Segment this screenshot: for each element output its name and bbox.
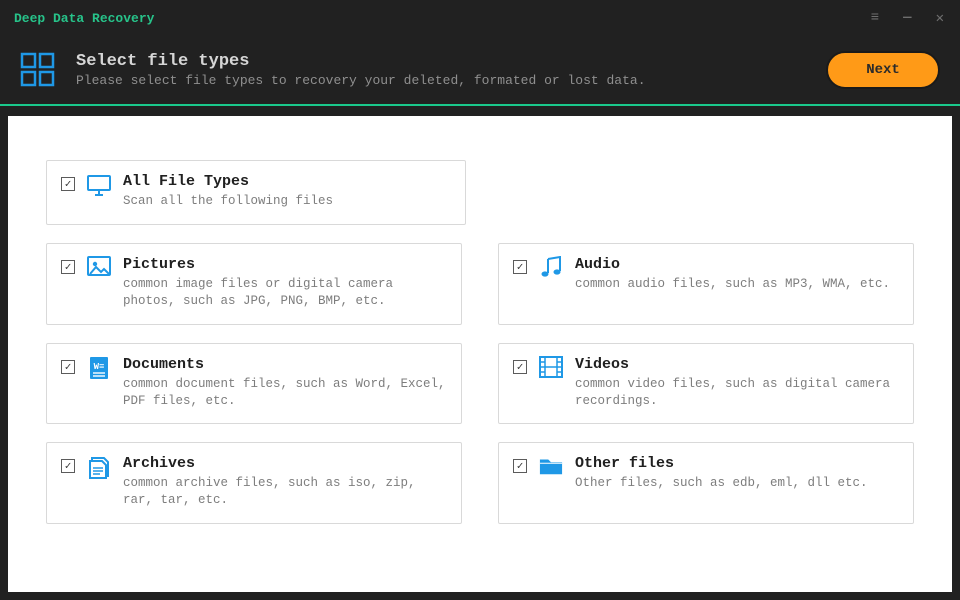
card-other-files[interactable]: ✓ Other files Other files, such as edb, … (498, 442, 914, 524)
picture-icon (87, 256, 111, 278)
accent-divider (0, 104, 960, 106)
card-title: Videos (575, 356, 899, 373)
archive-icon (87, 455, 111, 479)
page-subtitle: Please select file types to recovery you… (76, 73, 646, 88)
card-archives[interactable]: ✓ Archives common archive files, such as… (46, 442, 462, 524)
music-note-icon (539, 256, 563, 280)
checkbox-archives[interactable]: ✓ (61, 459, 75, 473)
monitor-icon (87, 173, 111, 197)
card-description: Scan all the following files (123, 193, 451, 210)
card-description: common document files, such as Word, Exc… (123, 376, 447, 410)
card-description: Other files, such as edb, eml, dll etc. (575, 475, 899, 492)
film-icon (539, 356, 563, 378)
card-title: Pictures (123, 256, 447, 273)
app-title: Deep Data Recovery (14, 11, 154, 26)
card-title: Other files (575, 455, 899, 472)
svg-text:W≡: W≡ (94, 362, 105, 372)
card-title: Archives (123, 455, 447, 472)
card-description: common video files, such as digital came… (575, 376, 899, 410)
card-description: common archive files, such as iso, zip, … (123, 475, 447, 509)
main-panel: ✓ All File Types Scan all the following … (8, 116, 952, 592)
app-logo-icon (20, 52, 56, 88)
card-description: common audio files, such as MP3, WMA, et… (575, 276, 899, 293)
checkbox-documents[interactable]: ✓ (61, 360, 75, 374)
title-bar: Deep Data Recovery ≡ — ✕ (0, 0, 960, 36)
card-description: common image files or digital camera pho… (123, 276, 447, 310)
close-icon[interactable]: ✕ (936, 10, 946, 27)
window-controls: ≡ — ✕ (871, 10, 946, 27)
card-all-file-types[interactable]: ✓ All File Types Scan all the following … (46, 160, 466, 225)
page-title: Select file types (76, 52, 646, 71)
minimize-icon[interactable]: — (903, 10, 913, 27)
card-pictures[interactable]: ✓ Pictures common image files or digital… (46, 243, 462, 325)
checkbox-all[interactable]: ✓ (61, 177, 75, 191)
card-videos[interactable]: ✓ Videos common video files, such as dig… (498, 343, 914, 425)
menu-icon[interactable]: ≡ (871, 10, 881, 27)
card-title: Audio (575, 256, 899, 273)
header-text: Select file types Please select file typ… (76, 52, 646, 88)
next-button[interactable]: Next (826, 51, 940, 89)
card-audio[interactable]: ✓ Audio common audio files, such as MP3,… (498, 243, 914, 325)
checkbox-audio[interactable]: ✓ (513, 260, 527, 274)
card-documents[interactable]: ✓ W≡ Documents common document files, su… (46, 343, 462, 425)
card-title: All File Types (123, 173, 451, 190)
folder-icon (539, 455, 563, 477)
checkbox-pictures[interactable]: ✓ (61, 260, 75, 274)
card-title: Documents (123, 356, 447, 373)
header: Select file types Please select file typ… (0, 36, 960, 104)
document-icon: W≡ (87, 356, 111, 380)
checkbox-other[interactable]: ✓ (513, 459, 527, 473)
checkbox-videos[interactable]: ✓ (513, 360, 527, 374)
